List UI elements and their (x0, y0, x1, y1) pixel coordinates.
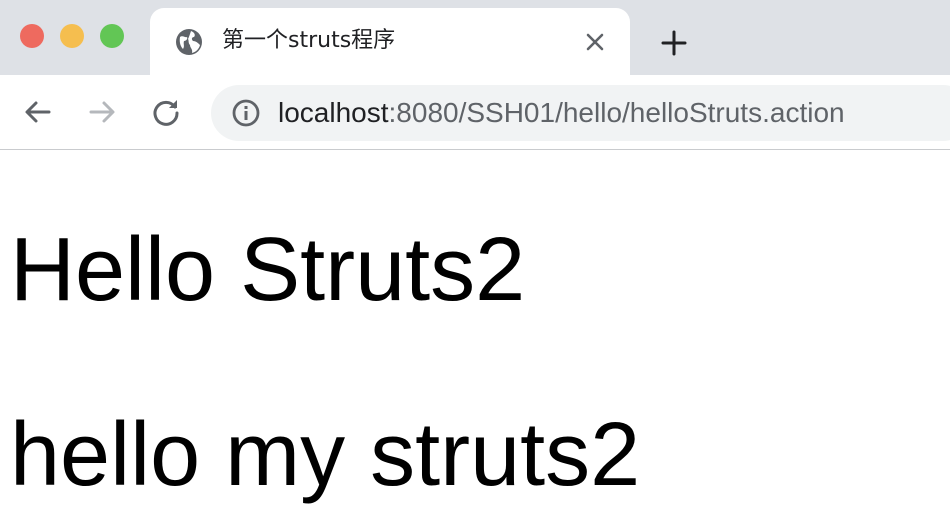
globe-icon (176, 29, 202, 55)
page-content: Hello Struts2 hello my struts2 (0, 150, 950, 514)
active-tab[interactable]: 第一个struts程序 (150, 8, 630, 75)
plus-icon (661, 30, 687, 56)
browser-window: 第一个struts程序 localhost:8080/SSH01/hello/h… (0, 0, 950, 514)
url-text[interactable]: localhost:8080/SSH01/hello/helloStruts.a… (278, 95, 845, 131)
back-button[interactable] (20, 94, 56, 130)
forward-arrow-icon (89, 101, 115, 123)
close-icon (586, 33, 604, 51)
tab-title: 第一个struts程序 (222, 28, 396, 53)
reload-button[interactable] (148, 94, 184, 130)
url-path: :8080/SSH01/hello/helloStruts.action (388, 97, 845, 128)
info-icon[interactable] (231, 98, 261, 128)
page-heading-1: Hello Struts2 (10, 220, 526, 320)
reload-icon (153, 100, 179, 126)
address-bar[interactable]: localhost:8080/SSH01/hello/helloStruts.a… (211, 85, 950, 141)
page-heading-2: hello my struts2 (10, 405, 641, 505)
window-maximize-button[interactable] (100, 24, 124, 48)
url-host: localhost (278, 97, 389, 128)
back-arrow-icon (25, 101, 51, 123)
tab-strip: 第一个struts程序 (0, 0, 950, 75)
window-close-button[interactable] (20, 24, 44, 48)
browser-toolbar: localhost:8080/SSH01/hello/helloStruts.a… (0, 75, 950, 150)
forward-button[interactable] (84, 94, 120, 130)
window-minimize-button[interactable] (60, 24, 84, 48)
new-tab-button[interactable] (657, 26, 691, 60)
tab-close-button[interactable] (582, 29, 608, 55)
